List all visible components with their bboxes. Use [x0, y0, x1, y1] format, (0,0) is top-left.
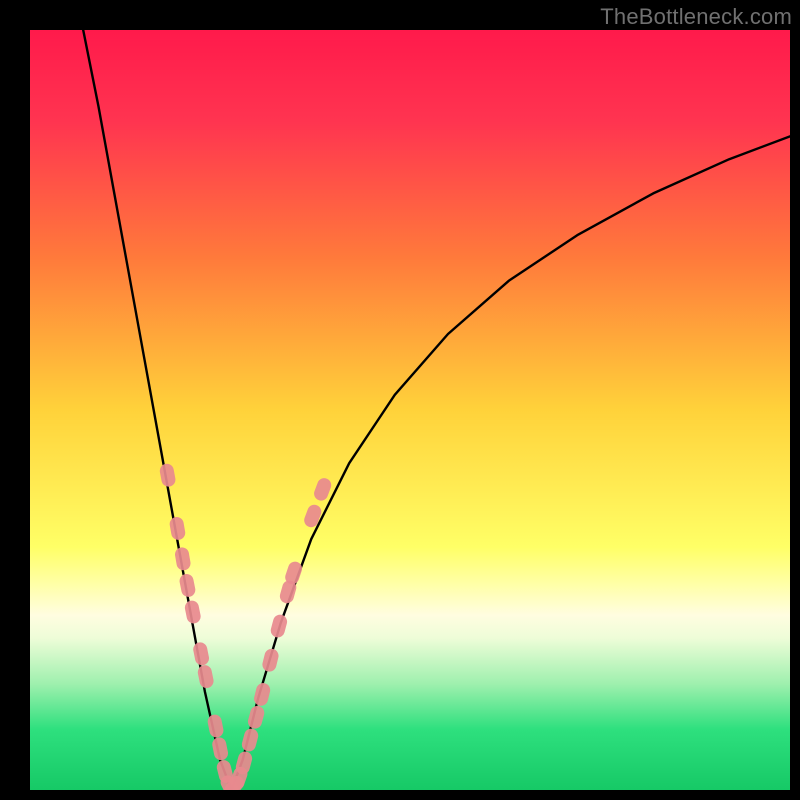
- marker-point: [200, 649, 202, 658]
- marker-point: [237, 774, 240, 782]
- marker-point: [224, 767, 226, 776]
- marker-point: [269, 656, 271, 665]
- marker-point: [292, 569, 295, 578]
- chart-svg: [30, 30, 790, 790]
- marker-point: [243, 759, 245, 768]
- marker-point: [177, 524, 179, 533]
- marker-point: [219, 744, 221, 753]
- marker-point: [311, 512, 314, 520]
- marker-point: [205, 672, 207, 681]
- marker-point: [255, 713, 257, 722]
- watermark-text: TheBottleneck.com: [600, 4, 792, 30]
- marker-point: [167, 471, 169, 480]
- marker-point: [278, 622, 280, 631]
- outer-frame: TheBottleneck.com: [0, 0, 800, 800]
- marker-point: [187, 581, 189, 590]
- marker-point: [182, 554, 184, 563]
- marker-point: [287, 588, 289, 597]
- gradient-background: [30, 30, 790, 790]
- marker-point: [215, 722, 217, 731]
- marker-point: [249, 736, 251, 745]
- marker-point: [192, 608, 194, 617]
- plot-area: [30, 30, 790, 790]
- marker-point: [321, 485, 324, 493]
- marker-point: [261, 690, 263, 699]
